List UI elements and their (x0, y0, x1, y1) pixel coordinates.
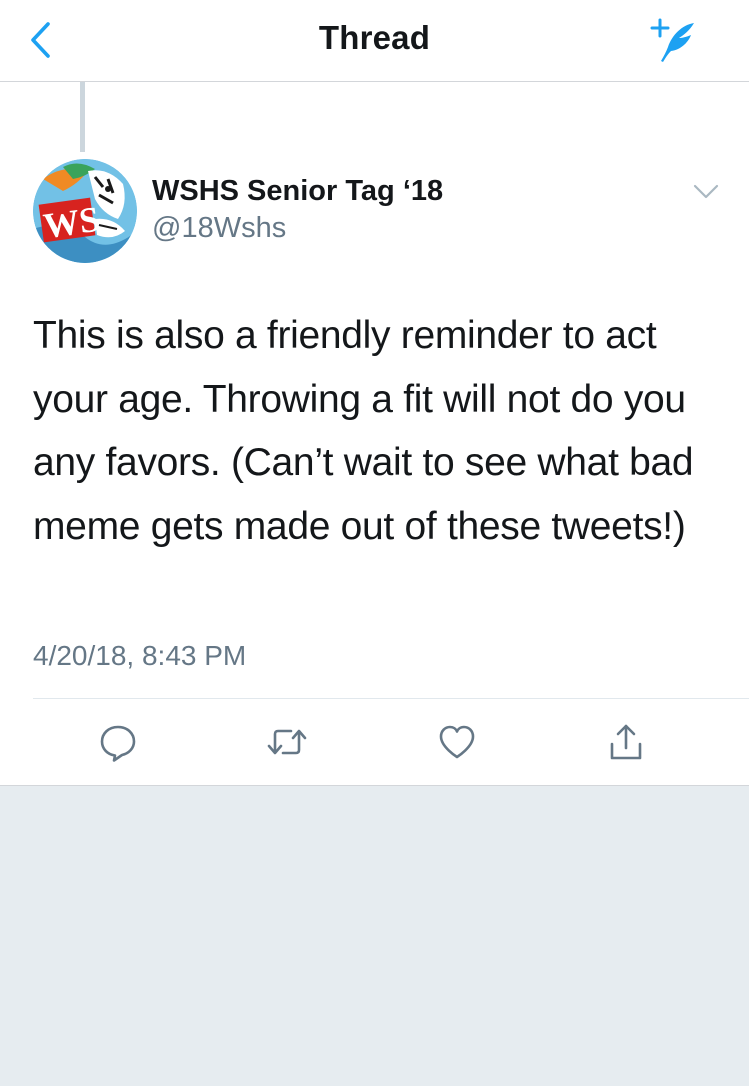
heart-icon (439, 725, 475, 759)
tweet-timestamp[interactable]: 4/20/18, 8:43 PM (33, 640, 246, 672)
chevron-down-icon (693, 184, 719, 199)
retweet-icon (267, 729, 307, 755)
tweet-actions (0, 712, 749, 772)
divider (33, 698, 749, 699)
thread-connector-line (80, 82, 85, 152)
reply-icon (100, 725, 136, 762)
retweet-button[interactable] (265, 720, 309, 764)
tweet-detail: WS WSHS Senior Tag ‘18 @18Wshs This is a… (0, 82, 749, 786)
avatar-logo-text: WS (41, 199, 102, 246)
share-icon (610, 724, 642, 760)
compose-tweet-button[interactable] (649, 16, 699, 66)
tweet-options-button[interactable] (691, 180, 721, 204)
empty-background-area (0, 786, 749, 1086)
avatar[interactable]: WS (33, 159, 137, 263)
avatar-image: WS (33, 159, 137, 263)
share-button[interactable] (604, 720, 648, 764)
page-title: Thread (318, 19, 431, 56)
compose-tweet-icon (650, 18, 694, 62)
thread-screen: Thread WS WSHS Senior Tag ‘18 @18Wshs Th… (0, 0, 749, 1086)
reply-button[interactable] (96, 720, 140, 764)
navigation-bar: Thread (0, 0, 749, 82)
author-name[interactable]: WSHS Senior Tag ‘18 (152, 175, 443, 208)
tweet-text: This is also a friendly reminder to act … (33, 314, 694, 548)
like-button[interactable] (435, 720, 479, 764)
author-handle[interactable]: @18Wshs (152, 212, 286, 245)
